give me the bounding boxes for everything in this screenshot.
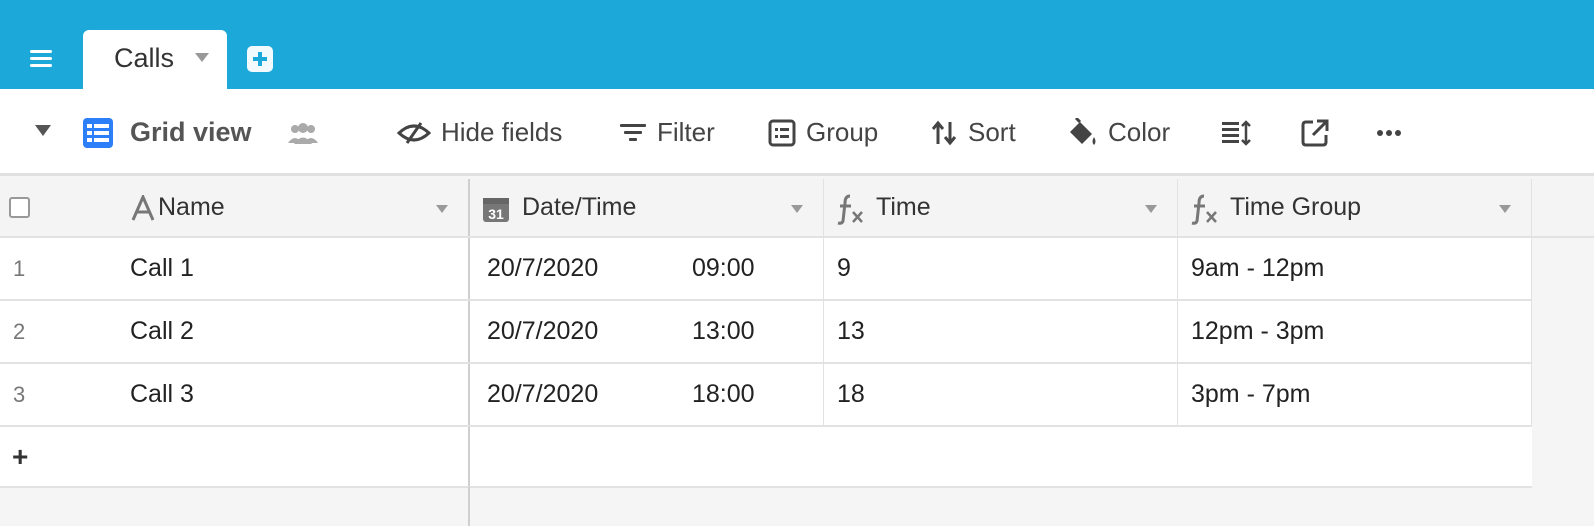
cell-time[interactable]: 18 <box>824 364 1178 425</box>
share-collaborators-button[interactable] <box>286 89 320 176</box>
frozen-column-divider <box>468 487 470 526</box>
time-group-value: 12pm - 3pm <box>1191 317 1325 345</box>
table-row[interactable]: 1 Call 1 20/7/2020 09:00 9 9am - 12pm <box>0 238 1532 301</box>
row-number: 1 <box>13 255 26 281</box>
table-row[interactable]: 2 Call 2 20/7/2020 13:00 13 12pm - 3pm <box>0 301 1532 364</box>
hide-fields-button[interactable]: Hide fields <box>397 89 562 176</box>
date-value: 20/7/2020 <box>487 317 599 345</box>
share-view-button[interactable] <box>1301 89 1329 176</box>
text-field-icon <box>131 195 155 221</box>
sort-label: Sort <box>968 117 1016 147</box>
cell-datetime[interactable]: 20/7/2020 18:00 <box>470 364 824 425</box>
column-header-row: Name 31 Date/Time Time Time Group <box>0 179 1532 238</box>
color-button[interactable]: Color <box>1066 89 1170 176</box>
view-name-label: Grid view <box>130 117 252 147</box>
cell-time[interactable]: 13 <box>824 301 1178 362</box>
cell-time-group[interactable]: 9am - 12pm <box>1178 238 1532 299</box>
filter-button[interactable]: Filter <box>619 89 715 176</box>
name-value: Call 2 <box>130 317 194 345</box>
name-value: Call 3 <box>130 380 194 408</box>
name-value: Call 1 <box>130 254 194 282</box>
hide-fields-label: Hide fields <box>441 117 563 147</box>
view-name-button[interactable]: Grid view <box>82 89 252 176</box>
group-label: Group <box>806 117 879 147</box>
column-header-time[interactable]: Time <box>824 179 1178 236</box>
base-header: Calls <box>0 0 1594 89</box>
users-icon <box>288 122 318 144</box>
cell-time-group[interactable]: 3pm - 7pm <box>1178 364 1532 425</box>
chevron-down-icon[interactable] <box>791 205 803 213</box>
table-row[interactable]: 3 Call 3 20/7/2020 18:00 18 3pm - 7pm <box>0 364 1532 427</box>
group-button[interactable]: Group <box>768 89 878 176</box>
chevron-down-icon[interactable] <box>1499 205 1511 213</box>
calendar-icon-number: 31 <box>488 206 504 222</box>
view-toolbar: Grid view Hide fields Filter Group Sort … <box>0 89 1594 176</box>
date-value: 20/7/2020 <box>487 254 599 282</box>
add-row[interactable]: + <box>0 427 1532 488</box>
time-group-value: 3pm - 7pm <box>1191 380 1311 408</box>
calendar-icon: 31 <box>483 198 509 222</box>
chevron-down-icon[interactable] <box>1145 205 1157 213</box>
external-link-icon <box>1301 119 1329 146</box>
time-group-value: 9am - 12pm <box>1191 254 1325 282</box>
row-height-button[interactable] <box>1221 89 1251 176</box>
cell-name[interactable]: 3 Call 3 <box>0 364 470 425</box>
time-number-value: 13 <box>837 317 865 345</box>
color-label: Color <box>1108 117 1171 147</box>
formula-icon <box>1191 194 1217 225</box>
add-row-cell[interactable]: + <box>0 427 470 486</box>
time-value: 13:00 <box>692 317 755 345</box>
cell-datetime[interactable]: 20/7/2020 13:00 <box>470 301 824 362</box>
row-height-icon <box>1222 119 1251 146</box>
eye-slash-icon <box>397 121 431 144</box>
hamburger-menu-icon[interactable] <box>26 45 56 73</box>
cell-datetime[interactable]: 20/7/2020 09:00 <box>470 238 824 299</box>
group-icon <box>768 119 796 146</box>
paint-bucket-icon <box>1070 117 1096 145</box>
column-header-label: Date/Time <box>522 193 637 221</box>
cell-name[interactable]: 1 Call 1 <box>0 238 470 299</box>
chevron-down-icon[interactable] <box>195 53 209 62</box>
more-horizontal-icon <box>1377 129 1401 136</box>
add-table-icon[interactable] <box>247 46 273 72</box>
filter-label: Filter <box>657 117 715 147</box>
sort-icon <box>931 120 957 145</box>
sort-button[interactable]: Sort <box>930 89 1016 176</box>
cell-name[interactable]: 2 Call 2 <box>0 301 470 362</box>
column-header-label: Time Group <box>1230 193 1362 221</box>
time-number-value: 18 <box>837 380 865 408</box>
header-filler <box>1532 179 1594 238</box>
column-header-label: Name <box>158 193 225 221</box>
chevron-down-icon[interactable] <box>436 205 448 213</box>
view-switcher-chevron-icon[interactable] <box>35 125 51 136</box>
select-all-checkbox[interactable] <box>9 197 30 218</box>
date-value: 20/7/2020 <box>487 380 599 408</box>
column-header-datetime[interactable]: 31 Date/Time <box>470 179 824 236</box>
cell-time-group[interactable]: 12pm - 3pm <box>1178 301 1532 362</box>
tab-label: Calls <box>114 43 175 73</box>
grid-view-icon <box>83 117 113 148</box>
formula-icon <box>837 194 863 225</box>
filter-icon <box>620 123 646 141</box>
add-record-icon[interactable]: + <box>12 441 28 473</box>
tab-calls[interactable]: Calls <box>83 30 227 89</box>
time-number-value: 9 <box>837 254 851 282</box>
row-number: 3 <box>13 381 26 407</box>
row-number: 2 <box>13 318 26 344</box>
column-header-name[interactable]: Name <box>0 179 470 236</box>
column-header-label: Time <box>876 193 931 221</box>
time-value: 18:00 <box>692 380 755 408</box>
more-options-button[interactable] <box>1376 89 1402 176</box>
cell-time[interactable]: 9 <box>824 238 1178 299</box>
time-value: 09:00 <box>692 254 755 282</box>
column-header-time-group[interactable]: Time Group <box>1178 179 1532 236</box>
